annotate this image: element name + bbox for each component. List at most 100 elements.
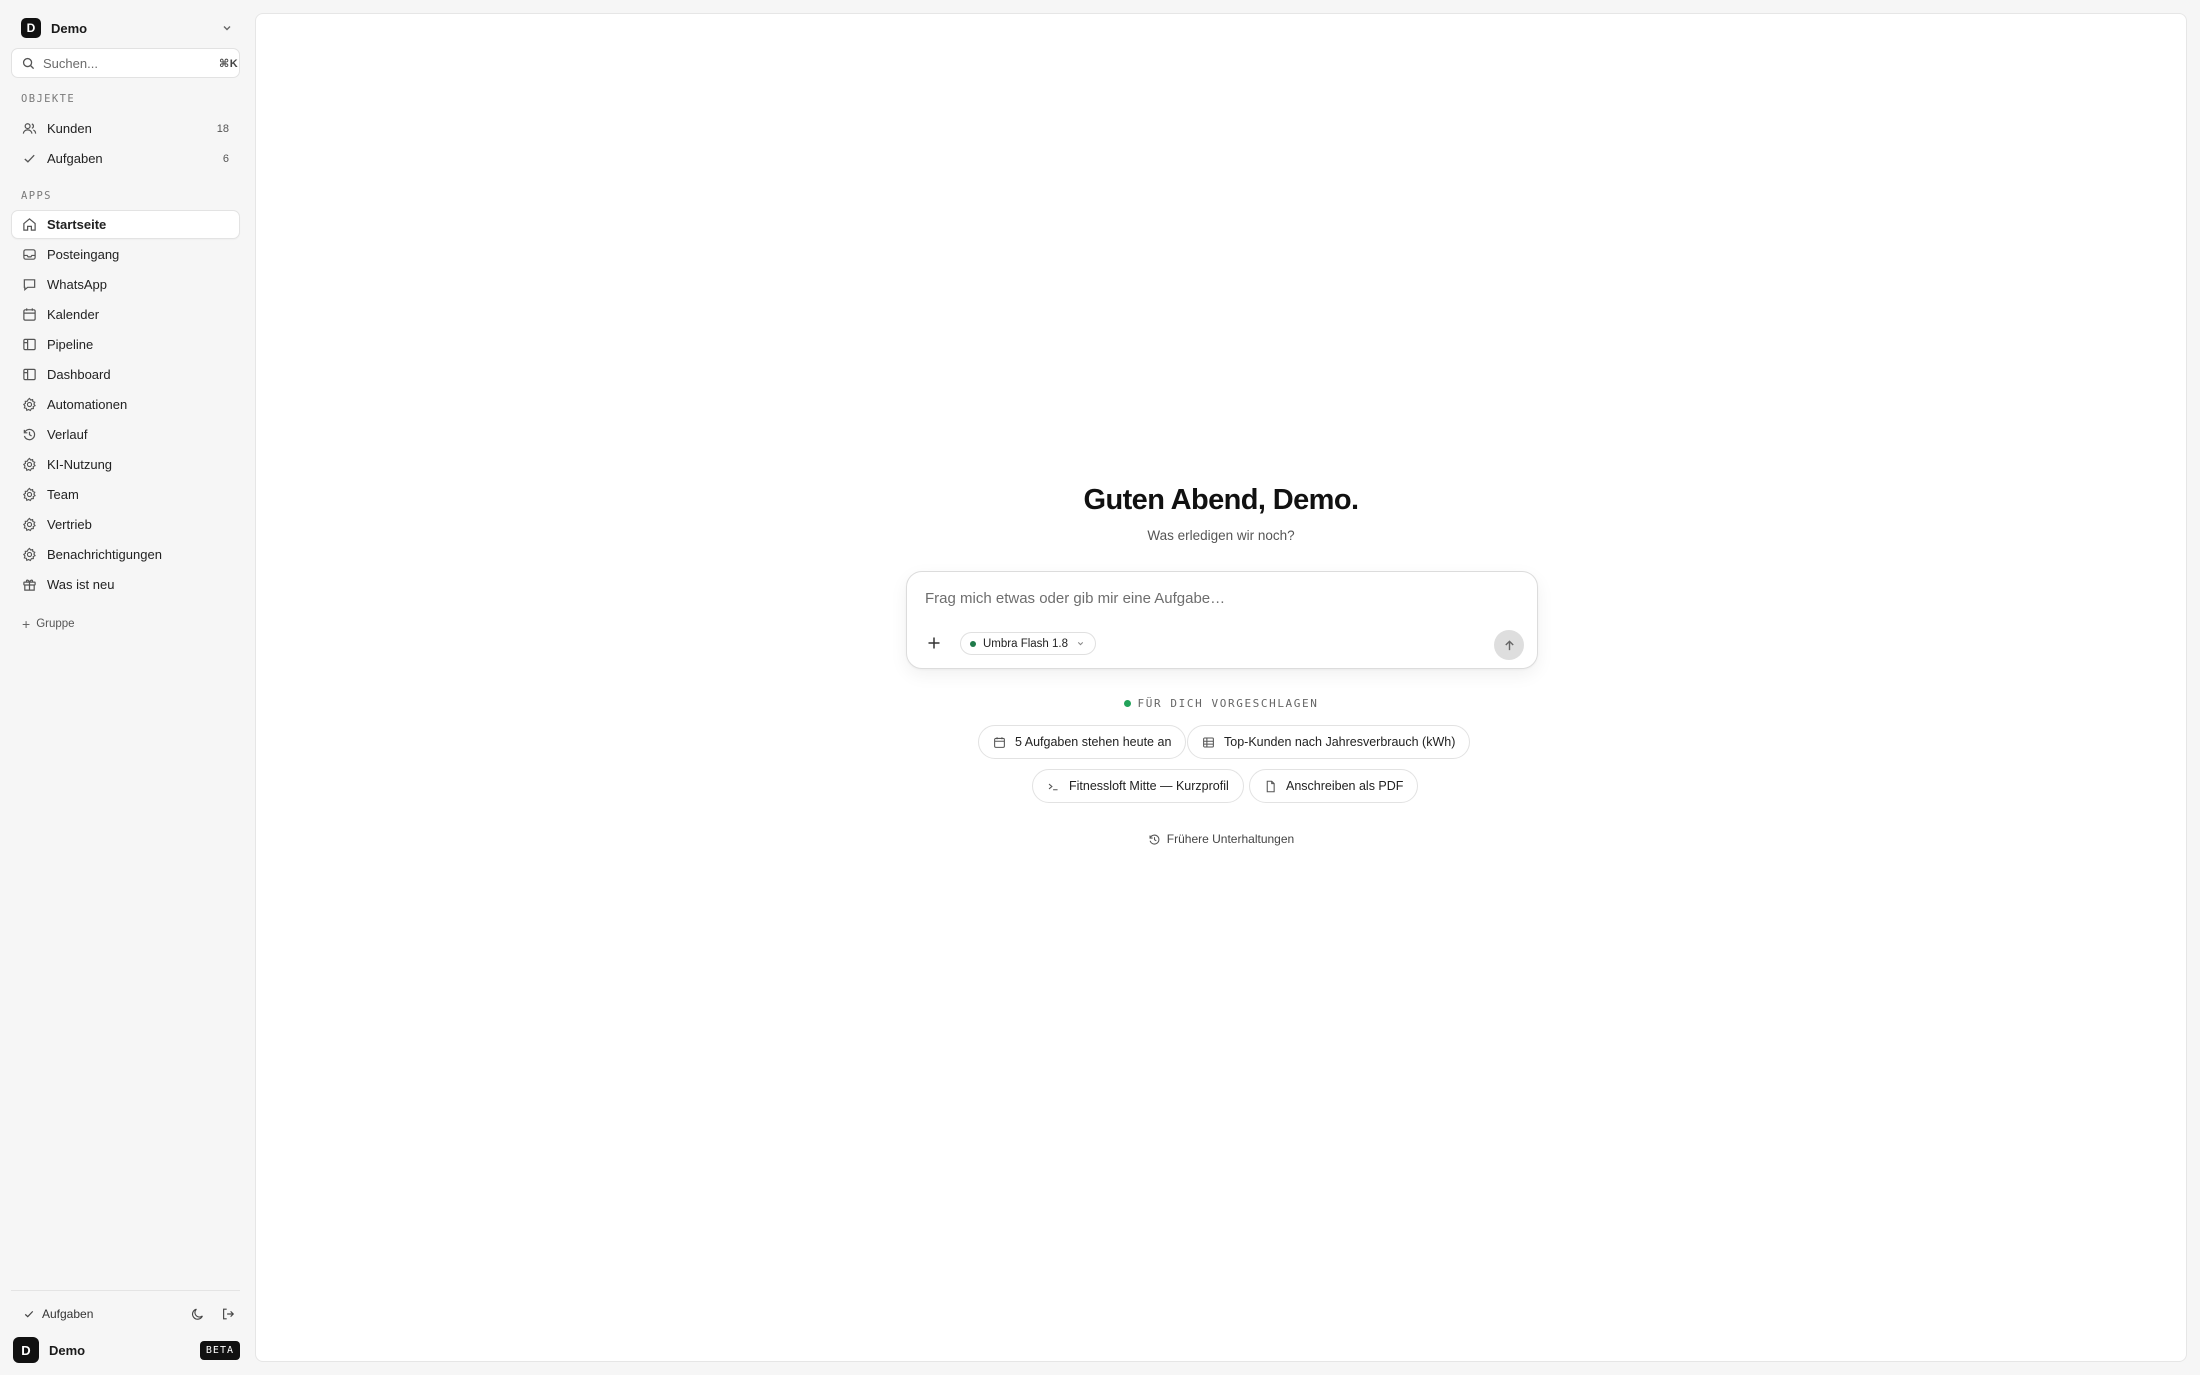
- plus-icon: [927, 636, 941, 650]
- model-status-dot: [970, 640, 976, 647]
- sidebar-item-label: WhatsApp: [47, 277, 107, 292]
- suggestion-chip-tasks-today[interactable]: 5 Aufgaben stehen heute an: [978, 725, 1187, 759]
- avatar: D: [13, 1337, 39, 1363]
- sidebar-item-automationen[interactable]: Automationen: [11, 390, 240, 419]
- add-group-label: Gruppe: [36, 618, 75, 630]
- section-label-objects: OBJEKTE: [21, 93, 76, 105]
- search-icon: [22, 57, 35, 70]
- calendar-icon: [993, 736, 1006, 749]
- gear-icon: [22, 547, 37, 562]
- attach-button[interactable]: [923, 632, 945, 654]
- prompt-input[interactable]: [925, 590, 1515, 614]
- suggestion-label: Fitnessloft Mitte — Kurzprofil: [1069, 779, 1229, 793]
- item-count: 6: [222, 152, 229, 165]
- sidebar-item-label: Kunden: [47, 121, 92, 136]
- gear-icon: [22, 397, 37, 412]
- sidebar-item-label: KI-Nutzung: [47, 457, 113, 472]
- gift-icon: [22, 577, 37, 592]
- sidebar-item-team[interactable]: Team: [11, 480, 240, 509]
- suggestion-label: 5 Aufgaben stehen heute an: [1015, 735, 1172, 749]
- suggestion-chip-top-customers[interactable]: Top-Kunden nach Jahresverbrauch (kWh): [1187, 725, 1471, 759]
- sidebar: D Demo ⌘K OBJEKTE Kunden 18 Aufgaben 6 A…: [0, 0, 254, 1375]
- suggestions-label: FÜR DICH VORGESCHLAGEN: [1137, 697, 1319, 710]
- send-button[interactable]: [1494, 630, 1524, 660]
- sidebar-item-pipeline[interactable]: Pipeline: [11, 330, 240, 359]
- search-input[interactable]: [43, 55, 219, 71]
- sidebar-footer-divider: [11, 1290, 240, 1291]
- chevron-down-icon: [1076, 639, 1085, 648]
- suggestion-status-dot: [1123, 700, 1131, 707]
- check-icon: [23, 1308, 35, 1320]
- sidebar-item-label: Team: [47, 487, 79, 502]
- section-label-apps: APPS: [21, 190, 52, 202]
- sidebar-item-kunden[interactable]: Kunden 18: [11, 114, 240, 143]
- add-group-button[interactable]: + Gruppe: [22, 614, 75, 634]
- sidebar-item-ki-nutzung[interactable]: KI-Nutzung: [11, 450, 240, 479]
- gear-icon: [22, 457, 37, 472]
- search-shortcut: ⌘K: [219, 57, 239, 70]
- logout-button[interactable]: [216, 1303, 240, 1325]
- sidebar-item-dashboard[interactable]: Dashboard: [11, 360, 240, 389]
- page-subtitle: Was erledigen wir noch?: [1147, 528, 1295, 543]
- chat-composer: Umbra Flash 1.8: [906, 571, 1538, 669]
- check-icon: [22, 151, 37, 166]
- sidebar-footer: Aufgaben: [11, 1303, 240, 1325]
- sidebar-item-label: Verlauf: [47, 427, 88, 442]
- users-icon: [22, 121, 37, 136]
- search-box[interactable]: ⌘K: [11, 48, 240, 78]
- previous-conversations-label: Frühere Unterhaltungen: [1166, 832, 1295, 846]
- sidebar-item-label: Vertrieb: [47, 517, 92, 532]
- arrow-up-icon: [1503, 639, 1516, 652]
- suggestion-label: Anschreiben als PDF: [1286, 779, 1404, 793]
- sidebar-item-label: Automationen: [47, 397, 128, 412]
- sidebar-item-label: Pipeline: [47, 337, 94, 352]
- suggestion-chip-pdf[interactable]: Anschreiben als PDF: [1249, 769, 1419, 803]
- sidebar-item-benachrichtigungen[interactable]: Benachrichtigungen: [11, 540, 240, 569]
- sidebar-item-vertrieb[interactable]: Vertrieb: [11, 510, 240, 539]
- sidebar-item-was-ist-neu[interactable]: Was ist neu: [11, 570, 240, 599]
- history-icon: [1148, 833, 1161, 846]
- logout-icon: [221, 1307, 235, 1321]
- footer-tasks-button[interactable]: Aufgaben: [11, 1307, 180, 1321]
- suggestion-chip-profile[interactable]: Fitnessloft Mitte — Kurzprofil: [1032, 769, 1244, 803]
- sidebar-item-whatsapp[interactable]: WhatsApp: [11, 270, 240, 299]
- user-name: Demo: [49, 1342, 86, 1358]
- sidebar-item-kalender[interactable]: Kalender: [11, 300, 240, 329]
- user-profile[interactable]: D Demo BETA: [11, 1337, 240, 1363]
- sidebar-item-startseite[interactable]: Startseite: [11, 210, 240, 239]
- terminal-icon: [1047, 780, 1060, 793]
- chevron-down-icon: [221, 22, 233, 34]
- layout-icon: [22, 337, 37, 352]
- item-count: 18: [216, 122, 229, 135]
- gear-icon: [22, 487, 37, 502]
- workspace-switcher[interactable]: D Demo: [11, 14, 243, 42]
- workspace-name: Demo: [51, 20, 88, 36]
- dark-mode-toggle[interactable]: [186, 1303, 210, 1325]
- calendar-icon: [22, 307, 37, 322]
- page-title: Guten Abend, Demo.: [1083, 484, 1360, 516]
- suggestion-label: Top-Kunden nach Jahresverbrauch (kWh): [1224, 735, 1456, 749]
- sidebar-item-label: Aufgaben: [47, 151, 103, 166]
- chat-icon: [22, 277, 37, 292]
- table-icon: [1202, 736, 1215, 749]
- file-icon: [1264, 780, 1277, 793]
- sidebar-item-label: Dashboard: [47, 367, 111, 382]
- sidebar-item-label: Was ist neu: [47, 577, 115, 592]
- sidebar-item-verlauf[interactable]: Verlauf: [11, 420, 240, 449]
- inbox-icon: [22, 247, 37, 262]
- sidebar-item-posteingang[interactable]: Posteingang: [11, 240, 240, 269]
- home-icon: [22, 217, 37, 232]
- gear-icon: [22, 517, 37, 532]
- model-selector[interactable]: Umbra Flash 1.8: [960, 632, 1097, 655]
- suggestions-heading: FÜR DICH VORGESCHLAGEN: [256, 697, 2186, 710]
- beta-badge: BETA: [199, 1340, 240, 1360]
- history-icon: [22, 427, 37, 442]
- workspace-avatar: D: [21, 18, 41, 38]
- previous-conversations-link[interactable]: Frühere Unterhaltungen: [256, 832, 2186, 846]
- sidebar-item-label: Startseite: [47, 217, 107, 232]
- moon-icon: [191, 1307, 205, 1321]
- sidebar-item-aufgaben[interactable]: Aufgaben 6: [11, 144, 240, 173]
- sidebar-item-label: Posteingang: [47, 247, 120, 262]
- footer-tasks-label: Aufgaben: [42, 1307, 94, 1321]
- sidebar-item-label: Kalender: [47, 307, 100, 322]
